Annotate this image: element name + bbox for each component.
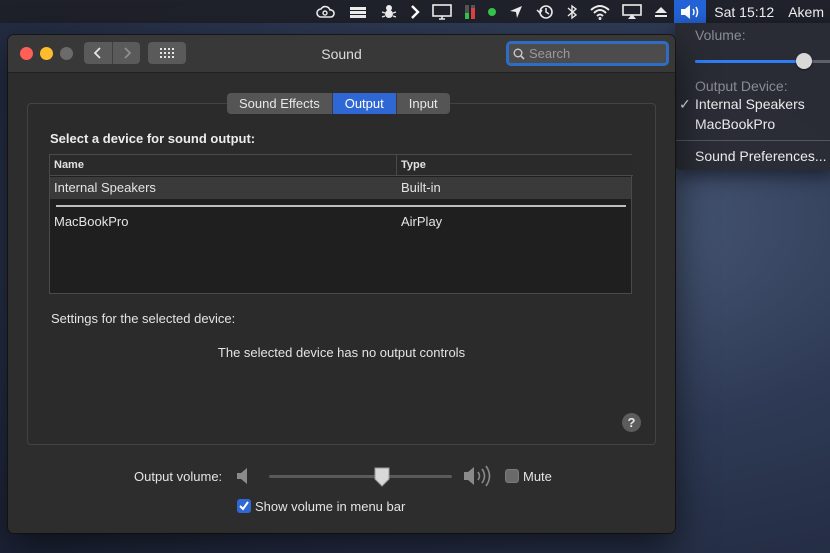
- show-volume-checkbox[interactable]: [237, 499, 251, 513]
- creative-cloud-icon[interactable]: [310, 0, 342, 23]
- row-type: AirPlay: [401, 214, 443, 229]
- table-row-divider: [56, 205, 626, 207]
- wifi-icon[interactable]: [584, 0, 616, 23]
- sound-preferences-window: Sound Sound Effects Output Input Select …: [8, 35, 675, 533]
- mute-label[interactable]: Mute: [523, 469, 552, 484]
- mute-checkbox[interactable]: [505, 469, 519, 483]
- search-input[interactable]: [529, 46, 659, 61]
- eject-icon[interactable]: [648, 0, 674, 23]
- output-volume-label: Output volume:: [134, 469, 223, 484]
- dropdown-separator: [675, 140, 830, 141]
- dropdown-volume-knob[interactable]: [796, 53, 813, 69]
- search-icon: [513, 48, 525, 60]
- menu-bar: Sat 15:12 Akem: [0, 0, 830, 23]
- device-settings-label: Settings for the selected device:: [51, 311, 236, 326]
- row-name: Internal Speakers: [54, 180, 156, 195]
- output-volume-slider[interactable]: [269, 475, 452, 478]
- window-titlebar: Sound: [8, 35, 675, 73]
- volume-menu-dropdown: Volume: Output Device: ✓ Internal Speake…: [675, 23, 830, 170]
- speaker-low-icon: [237, 468, 247, 484]
- location-icon[interactable]: [502, 0, 530, 23]
- output-device-heading: Select a device for sound output:: [50, 131, 256, 146]
- table-row[interactable]: MacBookPro AirPlay: [50, 211, 631, 233]
- time-machine-icon[interactable]: [530, 0, 560, 23]
- row-name: MacBookPro: [54, 214, 129, 229]
- bug-icon[interactable]: [374, 0, 404, 23]
- tab-input[interactable]: Input: [395, 93, 450, 114]
- output-volume-knob[interactable]: [374, 467, 390, 487]
- show-volume-label[interactable]: Show volume in menu bar: [255, 499, 405, 514]
- dropdown-volume-label: Volume:: [695, 27, 746, 43]
- dropdown-device-internal-speakers[interactable]: Internal Speakers: [695, 96, 805, 112]
- help-button[interactable]: ?: [622, 413, 641, 432]
- bluetooth-icon[interactable]: [560, 0, 584, 23]
- menu-user-name[interactable]: Akem: [782, 4, 826, 20]
- dropdown-output-device-label: Output Device:: [695, 78, 788, 94]
- checkmark-icon: [239, 501, 249, 511]
- output-device-table: Name Type Internal Speakers Built-in Mac…: [49, 154, 633, 294]
- dropdown-device-macbookpro[interactable]: MacBookPro: [695, 116, 775, 132]
- column-header-type[interactable]: Type: [397, 155, 633, 176]
- speaker-high-icon: [464, 465, 491, 487]
- no-output-controls-message: The selected device has no output contro…: [217, 345, 466, 360]
- status-dot-icon[interactable]: [482, 0, 502, 23]
- airplay-icon[interactable]: [616, 0, 648, 23]
- dropdown-volume-fill: [695, 60, 805, 63]
- chevron-right-icon[interactable]: [404, 0, 426, 23]
- table-row[interactable]: Internal Speakers Built-in: [50, 177, 631, 199]
- column-header-name[interactable]: Name: [50, 155, 397, 176]
- sound-preferences-menu-item[interactable]: Sound Preferences...: [695, 148, 827, 164]
- menu-clock[interactable]: Sat 15:12: [706, 4, 782, 20]
- tab-sound-effects[interactable]: Sound Effects: [227, 93, 332, 114]
- volume-icon[interactable]: [674, 0, 707, 23]
- checkmark-icon: ✓: [679, 96, 691, 112]
- row-type: Built-in: [401, 180, 441, 195]
- meter-icon[interactable]: [458, 0, 482, 23]
- crown-icon[interactable]: [342, 0, 374, 23]
- tab-output[interactable]: Output: [331, 93, 396, 114]
- search-field[interactable]: [506, 41, 669, 66]
- display-icon[interactable]: [426, 0, 458, 23]
- tab-bar: Sound Effects Output Input: [227, 93, 450, 114]
